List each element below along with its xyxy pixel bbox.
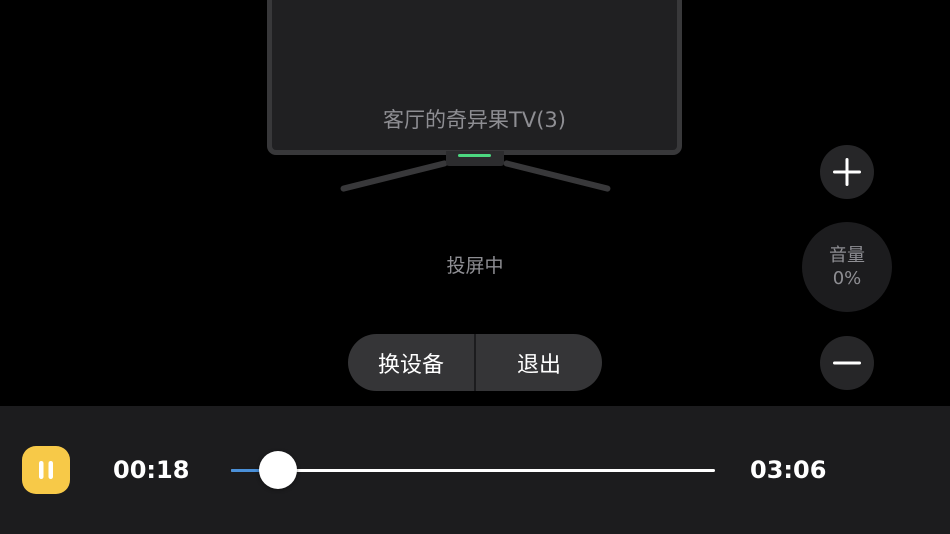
total-time: 03:06	[750, 456, 827, 484]
playback-bar: 00:18 03:06	[0, 406, 950, 534]
progress-thumb[interactable]	[258, 451, 297, 489]
pause-button[interactable]	[22, 446, 70, 494]
casting-status: 投屏中	[446, 255, 504, 277]
plus-icon	[833, 158, 861, 186]
tv-screen-illustration: 客厅的奇异果TV(3)	[267, 0, 682, 155]
volume-up-button[interactable]	[820, 145, 874, 199]
minus-icon	[833, 361, 861, 365]
tv-connected-indicator	[458, 154, 491, 157]
cast-actions: 换设备 退出	[348, 334, 602, 391]
exit-button[interactable]: 退出	[476, 334, 602, 391]
volume-label: 音量	[829, 245, 865, 266]
device-name: 客厅的奇异果TV(3)	[383, 108, 566, 132]
current-time: 00:18	[113, 456, 190, 484]
volume-down-button[interactable]	[820, 336, 874, 390]
progress-slider[interactable]	[231, 451, 715, 489]
tv-leg-right	[502, 159, 612, 193]
switch-device-button[interactable]: 换设备	[348, 334, 474, 391]
volume-value: 0%	[832, 268, 862, 289]
volume-display: 音量 0%	[802, 222, 892, 312]
pause-icon	[39, 461, 53, 479]
tv-leg-left	[339, 159, 449, 193]
